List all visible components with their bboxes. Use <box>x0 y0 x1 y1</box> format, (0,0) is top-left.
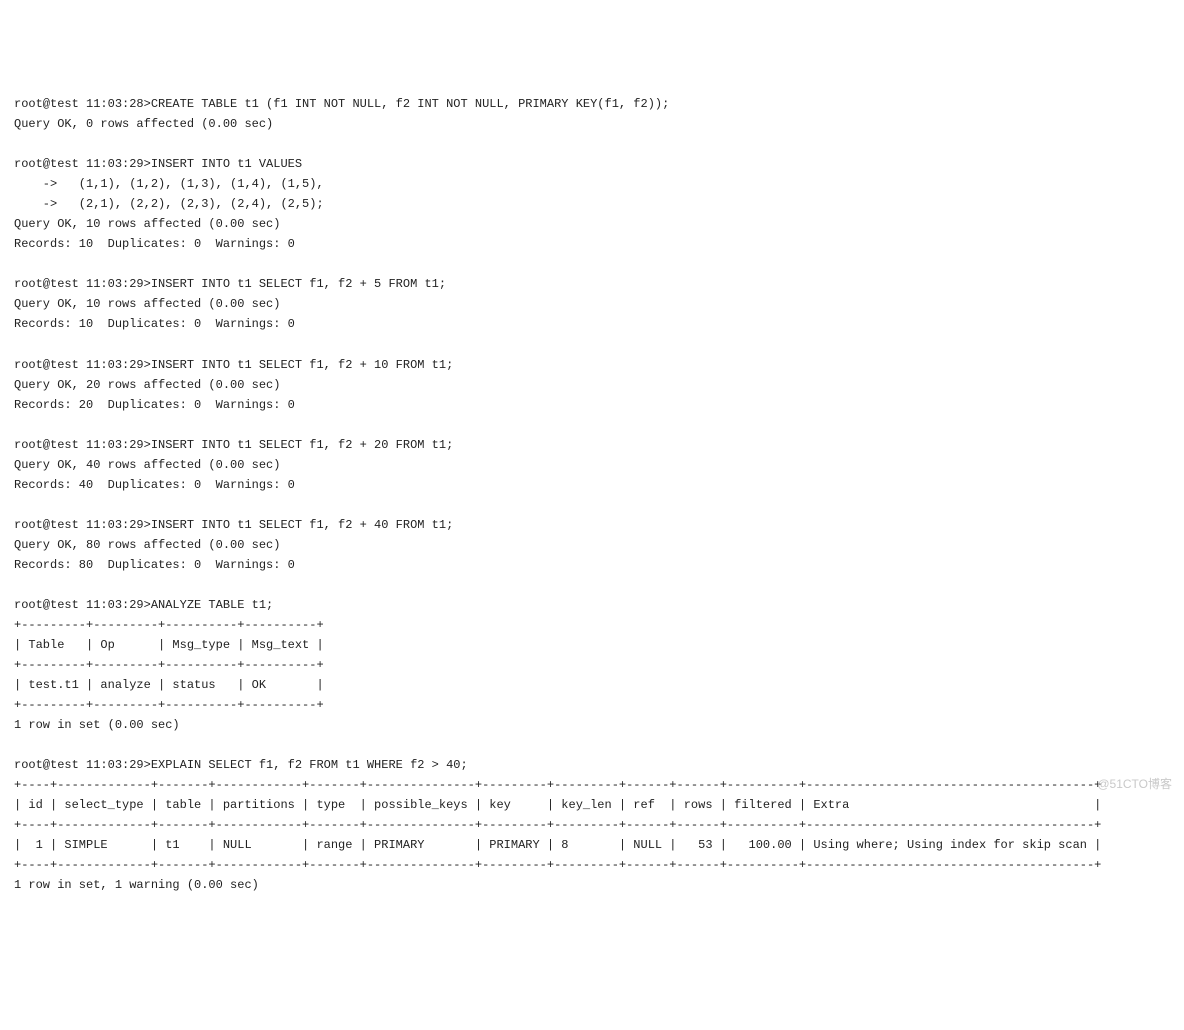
terminal-line <box>14 335 1170 355</box>
terminal-output: root@test 11:03:28>CREATE TABLE t1 (f1 I… <box>14 94 1170 895</box>
terminal-line: Records: 80 Duplicates: 0 Warnings: 0 <box>14 555 1170 575</box>
terminal-line: 1 row in set, 1 warning (0.00 sec) <box>14 875 1170 895</box>
terminal-line: | 1 | SIMPLE | t1 | NULL | range | PRIMA… <box>14 835 1170 855</box>
terminal-line: root@test 11:03:29>INSERT INTO t1 VALUES <box>14 154 1170 174</box>
terminal-line: root@test 11:03:29>INSERT INTO t1 SELECT… <box>14 435 1170 455</box>
terminal-line: | test.t1 | analyze | status | OK | <box>14 675 1170 695</box>
terminal-line: root@test 11:03:29>INSERT INTO t1 SELECT… <box>14 355 1170 375</box>
terminal-line: root@test 11:03:29>EXPLAIN SELECT f1, f2… <box>14 755 1170 775</box>
terminal-line: | id | select_type | table | partitions … <box>14 795 1170 815</box>
terminal-line: Query OK, 10 rows affected (0.00 sec) <box>14 214 1170 234</box>
terminal-line: 1 row in set (0.00 sec) <box>14 715 1170 735</box>
terminal-line: | Table | Op | Msg_type | Msg_text | <box>14 635 1170 655</box>
terminal-line: +----+-------------+-------+------------… <box>14 815 1170 835</box>
terminal-line: +---------+---------+----------+--------… <box>14 615 1170 635</box>
terminal-line: +----+-------------+-------+------------… <box>14 775 1170 795</box>
terminal-line: root@test 11:03:29>INSERT INTO t1 SELECT… <box>14 274 1170 294</box>
terminal-line: Query OK, 80 rows affected (0.00 sec) <box>14 535 1170 555</box>
terminal-line <box>14 575 1170 595</box>
terminal-line <box>14 254 1170 274</box>
terminal-line <box>14 495 1170 515</box>
terminal-line: -> (1,1), (1,2), (1,3), (1,4), (1,5), <box>14 174 1170 194</box>
terminal-line: Query OK, 20 rows affected (0.00 sec) <box>14 375 1170 395</box>
terminal-line: Query OK, 40 rows affected (0.00 sec) <box>14 455 1170 475</box>
terminal-line: +---------+---------+----------+--------… <box>14 695 1170 715</box>
terminal-line: Records: 10 Duplicates: 0 Warnings: 0 <box>14 234 1170 254</box>
terminal-line: Query OK, 10 rows affected (0.00 sec) <box>14 294 1170 314</box>
terminal-line: root@test 11:03:29>ANALYZE TABLE t1; <box>14 595 1170 615</box>
terminal-line <box>14 134 1170 154</box>
terminal-line: Query OK, 0 rows affected (0.00 sec) <box>14 114 1170 134</box>
terminal-line <box>14 415 1170 435</box>
terminal-line: -> (2,1), (2,2), (2,3), (2,4), (2,5); <box>14 194 1170 214</box>
terminal-line: Records: 10 Duplicates: 0 Warnings: 0 <box>14 314 1170 334</box>
terminal-line: root@test 11:03:29>INSERT INTO t1 SELECT… <box>14 515 1170 535</box>
terminal-line <box>14 735 1170 755</box>
terminal-line: Records: 20 Duplicates: 0 Warnings: 0 <box>14 395 1170 415</box>
terminal-line: root@test 11:03:28>CREATE TABLE t1 (f1 I… <box>14 94 1170 114</box>
terminal-line: +----+-------------+-------+------------… <box>14 855 1170 875</box>
terminal-line: +---------+---------+----------+--------… <box>14 655 1170 675</box>
terminal-line: Records: 40 Duplicates: 0 Warnings: 0 <box>14 475 1170 495</box>
